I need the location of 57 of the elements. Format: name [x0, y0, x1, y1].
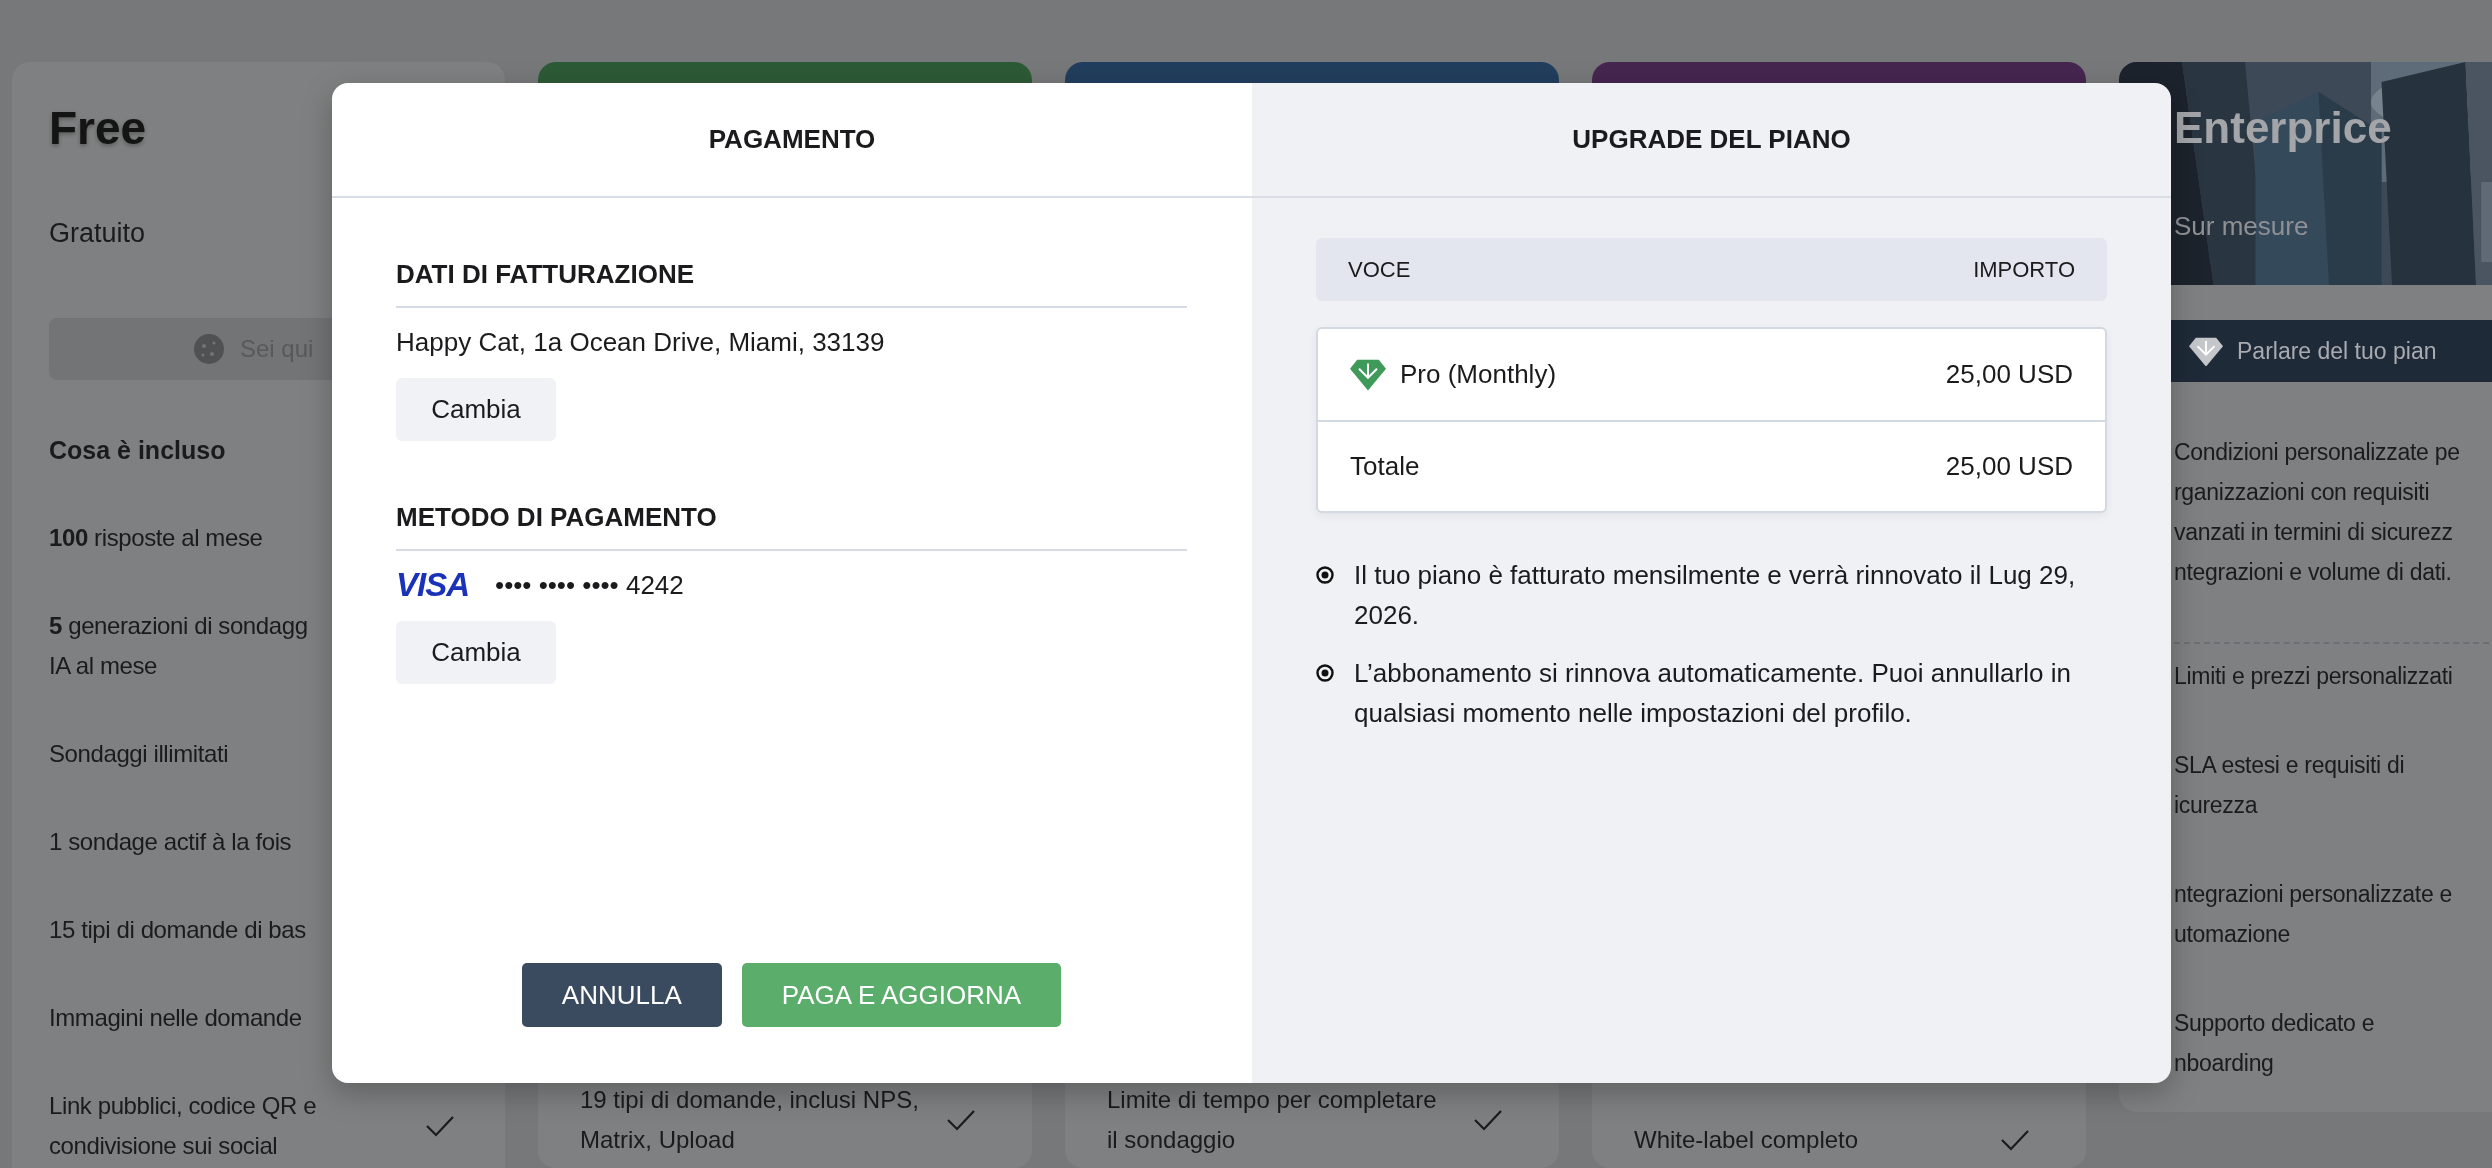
table-cell: 25,00 USD: [1945, 359, 2073, 390]
feature-text: ntegrazioni personalizzate e: [2174, 880, 2453, 909]
feature-text: 19 tipi di domande, inclusi NPS,: [580, 1085, 919, 1115]
feature-text: 1 sondage actif à la fois: [49, 827, 292, 857]
feature-text: icurezza: [2174, 791, 2259, 820]
change-button[interactable]: Cambia: [396, 378, 556, 441]
check-icon: [1473, 1109, 1503, 1131]
table-cell: 25,00 USD: [1945, 451, 2073, 482]
bullet-icon: [1316, 566, 1334, 584]
section-title: Cosa è incluso: [49, 435, 227, 466]
column-header: VOCE: [1348, 256, 1411, 283]
feature-text: Sondaggi illimitati: [49, 739, 229, 769]
plan-title: Enterprice: [2174, 102, 2392, 154]
note-text: L’abbonamento si rinnova automaticamente. Puoi annullarlo in qualsiasi momento nelle impostazioni del profilo.: [1354, 657, 2072, 730]
plan-price: Gratuito: [49, 217, 147, 250]
feature-text: condivisione sui social: [49, 1131, 279, 1161]
card-number: •••• •••• •••• 4242: [495, 569, 684, 602]
feature-text: 5 generazioni di sondagg: [49, 611, 308, 641]
note-text: Il tuo piano è fatturato mensilmente e verrà rinnovato il Lug 29, 2026.: [1354, 559, 2077, 632]
feature-text: il sondaggio: [1107, 1125, 1237, 1155]
description-text: Condizioni personalizzate pe: [2174, 438, 2461, 467]
check-icon: [946, 1109, 976, 1131]
cancel-button[interactable]: ANNULLA: [521, 963, 722, 1027]
panel-title: UPGRADE DEL PIANO: [1252, 83, 2171, 198]
plan-title: Free: [49, 101, 148, 156]
feature-text: Matrix, Upload: [580, 1125, 736, 1155]
bullet-icon: [1316, 664, 1334, 682]
feature-text: Immagini nelle domande: [49, 1003, 302, 1033]
feature-text: Link pubblici, codice QR e: [49, 1091, 317, 1121]
feature-text: 15 tipi di domande di bas: [49, 915, 306, 945]
visa-logo: VISA: [396, 565, 470, 605]
diamond-icon: [1350, 358, 1386, 391]
feature-text: 100 risposte al mese: [49, 523, 263, 553]
description-text: vanzati in termini di sicurezz: [2174, 518, 2454, 547]
feature-text: nboarding: [2174, 1049, 2275, 1078]
feature-text: White-label completo: [1634, 1125, 1859, 1155]
feature-text: SLA estesi e requisiti di: [2174, 751, 2406, 780]
contact-button[interactable]: Parlare del tuo pian: [2169, 320, 2492, 382]
feature-text: Limiti e prezzi personalizzati: [2174, 662, 2454, 691]
section-title: DATI DI FATTURAZIONE: [396, 254, 1187, 308]
feature-text: utomazione: [2174, 920, 2291, 949]
change-button[interactable]: Cambia: [396, 621, 556, 684]
billing-address: Happy Cat, 1a Ocean Drive, Miami, 33139: [396, 326, 885, 359]
check-icon: [2000, 1129, 2030, 1151]
feature-text: Supporto dedicato e: [2174, 1009, 2376, 1038]
table-cell: Totale: [1350, 451, 1420, 482]
section-title: METODO DI PAGAMENTO: [396, 497, 1187, 551]
check-icon: [425, 1115, 455, 1137]
column-header: IMPORTO: [1973, 256, 2075, 283]
plan-price: Sur mesure: [2174, 210, 2310, 243]
feature-text: IA al mese: [49, 651, 159, 681]
cookie-icon: [194, 334, 224, 364]
feature-text: Limite di tempo per completare: [1107, 1085, 1437, 1115]
description-text: ntegrazioni e volume di dati.: [2174, 558, 2453, 587]
diamond-icon: [2189, 335, 2223, 367]
description-text: rganizzazioni con requisiti: [2174, 478, 2431, 507]
table-cell: Pro (Monthly): [1400, 359, 1557, 390]
